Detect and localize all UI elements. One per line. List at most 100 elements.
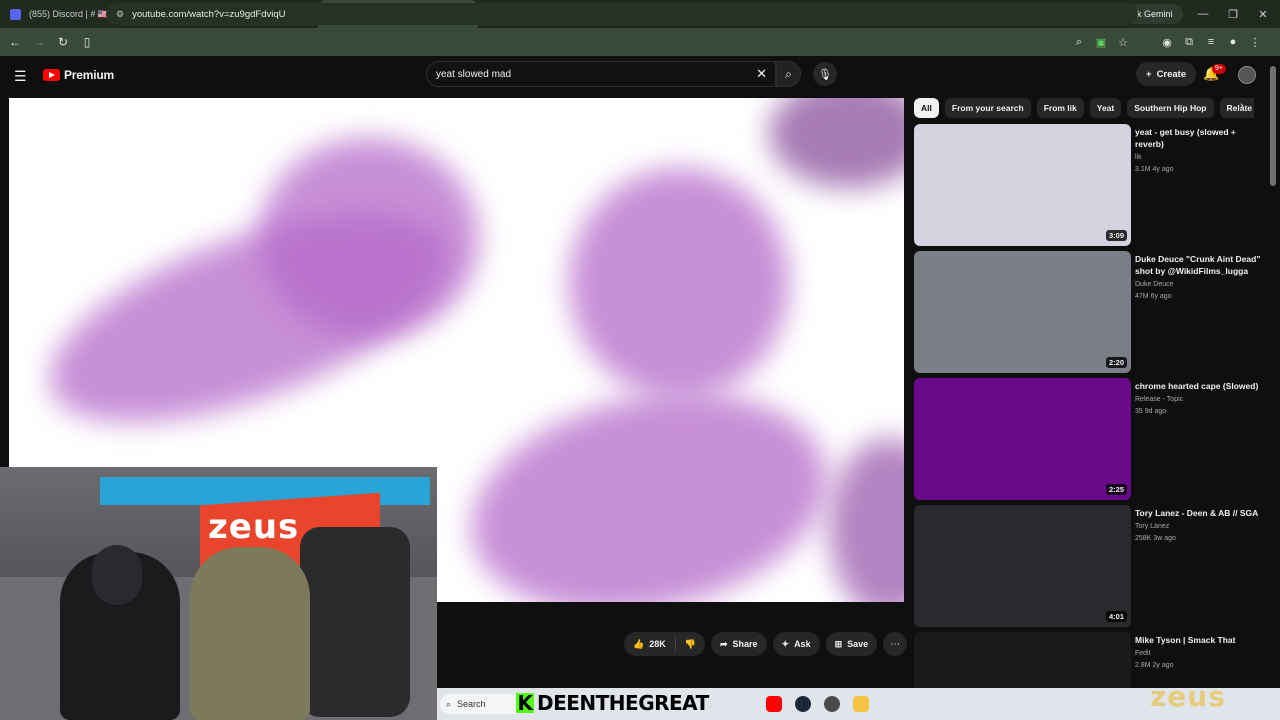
steam-taskbar-icon[interactable]	[795, 696, 811, 712]
site-info-icon[interactable]: ⚙	[116, 9, 124, 20]
page-scrollbar[interactable]	[1270, 66, 1276, 186]
app-taskbar-icon[interactable]	[824, 696, 840, 712]
video-frame-shape	[259, 138, 479, 338]
back-icon[interactable]: ←	[3, 35, 27, 49]
forward-icon[interactable]: →	[27, 35, 51, 49]
ask-button[interactable]: ✦ Ask	[772, 632, 820, 656]
cam-banner-text: zeus	[208, 507, 300, 547]
video-thumbnail[interactable]: 2:20	[914, 251, 1131, 373]
chevron-right-icon[interactable]: ›	[1240, 100, 1244, 112]
chip-0[interactable]: All	[914, 98, 939, 118]
duration-badge: 4:01	[1105, 611, 1127, 622]
recommendation-item[interactable]: 2:25 chrome hearted cape (Slowed) Release …	[914, 378, 1264, 500]
thumbs-down-icon: 👎	[684, 638, 696, 649]
window-controls: — ❐ ✕	[1188, 0, 1278, 28]
channel-name[interactable]: Tory Lanez	[1135, 522, 1263, 531]
extension-icon[interactable]: ◉	[1156, 36, 1178, 49]
video-meta: Mike Tyson | Smack That Fedit 2.8M 2y ago	[1135, 634, 1263, 670]
clear-search-icon[interactable]: ✕	[756, 66, 767, 82]
chip-1[interactable]: From your search	[944, 98, 1031, 118]
video-title[interactable]: Mike Tyson | Smack That	[1135, 634, 1263, 646]
search-icon: ⌕	[446, 698, 452, 709]
view-stats: 258K 3w ago	[1135, 534, 1263, 543]
menu-kebab-icon[interactable]: ⋮	[1244, 36, 1266, 49]
channel-name[interactable]: Release - Topic	[1135, 395, 1263, 404]
share-label: Share	[732, 639, 758, 649]
channel-name[interactable]: Fedit	[1135, 649, 1263, 658]
view-count: 35	[1135, 408, 1143, 415]
media-icon[interactable]: ≡	[1200, 36, 1222, 48]
view-count: 2.8M	[1135, 662, 1151, 669]
video-title[interactable]: Duke Deuce "Crunk Aint Dead" shot by @Wi…	[1135, 253, 1263, 277]
cam-person-right	[190, 547, 310, 720]
video-thumbnail[interactable]: 3:09	[914, 124, 1131, 246]
recommendation-item[interactable]: 3:09 yeat - get busy (slowed + reverb) lik…	[914, 124, 1264, 246]
upload-age: 9d ago	[1144, 408, 1167, 415]
video-frame-shape	[769, 98, 904, 188]
video-thumbnail[interactable]: 4:01	[914, 505, 1131, 627]
duration-badge: 3:09	[1105, 230, 1127, 241]
zeus-watermark: zeus	[1150, 680, 1226, 713]
video-thumbnail[interactable]: 2:25	[914, 378, 1131, 500]
video-actions: 👍 28K 👎 ➦ Share ✦ Ask ⊞ Save ⋯	[624, 632, 908, 656]
zoom-icon[interactable]: ⌕	[1068, 36, 1090, 49]
restore-icon[interactable]: ❐	[1218, 8, 1248, 21]
chip-2[interactable]: From lik	[1036, 98, 1084, 118]
hamburger-menu-icon[interactable]: ☰	[14, 68, 27, 85]
upload-age: 3w ago	[1153, 535, 1176, 542]
youtube-logo[interactable]: Premium	[43, 68, 114, 82]
channel-name[interactable]: lik	[1135, 153, 1263, 162]
more-icon: ⋯	[890, 638, 901, 650]
reload-icon[interactable]: ↻	[51, 35, 75, 49]
minimize-icon[interactable]: —	[1188, 8, 1218, 20]
notification-badge: 9+	[1212, 64, 1226, 74]
kick-logo-icon: K	[516, 691, 534, 715]
dislike-button[interactable]: 👎	[676, 639, 705, 650]
more-actions-button[interactable]: ⋯	[883, 632, 908, 656]
video-title[interactable]: yeat - get busy (slowed + reverb)	[1135, 126, 1263, 150]
video-meta: chrome hearted cape (Slowed) Release - To…	[1135, 380, 1263, 416]
file-explorer-taskbar-icon[interactable]	[853, 696, 869, 712]
premium-label: Premium	[64, 68, 114, 82]
profile-icon[interactable]: ●	[1222, 36, 1244, 48]
install-icon[interactable]: ▣	[1090, 36, 1112, 49]
duration-badge: 2:20	[1105, 357, 1127, 368]
search-input[interactable]: yeat slowed mad ✕	[426, 61, 776, 87]
like-button[interactable]: 👍 28K	[624, 636, 676, 652]
video-frame-shape	[829, 438, 904, 602]
kick-watermark: K DEENTHEGREAT	[516, 691, 709, 715]
discord-icon	[10, 8, 21, 20]
search-button[interactable]: ⌕	[776, 61, 801, 87]
view-count: 258K	[1135, 535, 1152, 542]
search-icon: ⌕	[785, 66, 792, 81]
share-icon: ➦	[719, 638, 728, 649]
video-title[interactable]: Tory Lanez - Deen & AB // SGA	[1135, 507, 1263, 519]
youtube-taskbar-icon[interactable]	[766, 696, 782, 712]
sidebar-icon[interactable]: ▯	[75, 35, 99, 49]
video-frame-shape	[451, 362, 847, 602]
bookmark-icon: ⊞	[834, 638, 843, 649]
create-button[interactable]: + Create	[1136, 62, 1197, 86]
chip-5[interactable]: Relate	[1219, 98, 1254, 118]
voice-search-button[interactable]: 🎙	[813, 62, 837, 86]
recommendation-item[interactable]: 2:20 Duke Deuce "Crunk Aint Dead" shot by…	[914, 251, 1264, 373]
address-bar[interactable]: ⚙ youtube.com/watch?v=zu9gdFdviqU	[106, 3, 1138, 25]
channel-name[interactable]: Duke Deuce	[1135, 280, 1263, 289]
avatar[interactable]	[1238, 66, 1256, 84]
create-label: Create	[1156, 68, 1187, 80]
chip-4[interactable]: Southern Hip Hop	[1127, 98, 1214, 118]
bookmark-star-icon[interactable]: ☆	[1112, 36, 1134, 49]
save-button[interactable]: ⊞ Save	[825, 632, 878, 656]
puzzle-icon[interactable]: ⧉	[1178, 36, 1200, 49]
recommendation-item[interactable]: 4:01 Tory Lanez - Deen & AB // SGA Tory La…	[914, 505, 1264, 627]
sparkle-icon: ✦	[781, 638, 790, 649]
video-thumbnail[interactable]	[914, 632, 1131, 690]
video-title[interactable]: chrome hearted cape (Slowed)	[1135, 380, 1263, 392]
like-dislike-group: 👍 28K 👎	[624, 632, 705, 656]
chip-3[interactable]: Yeat	[1089, 98, 1122, 118]
share-button[interactable]: ➦ Share	[710, 632, 767, 656]
close-window-icon[interactable]: ✕	[1248, 8, 1278, 21]
cam-person-left-head	[92, 545, 142, 605]
duration-badge: 2:25	[1105, 484, 1127, 495]
video-meta: Tory Lanez - Deen & AB // SGA Tory Lanez 2…	[1135, 507, 1263, 543]
